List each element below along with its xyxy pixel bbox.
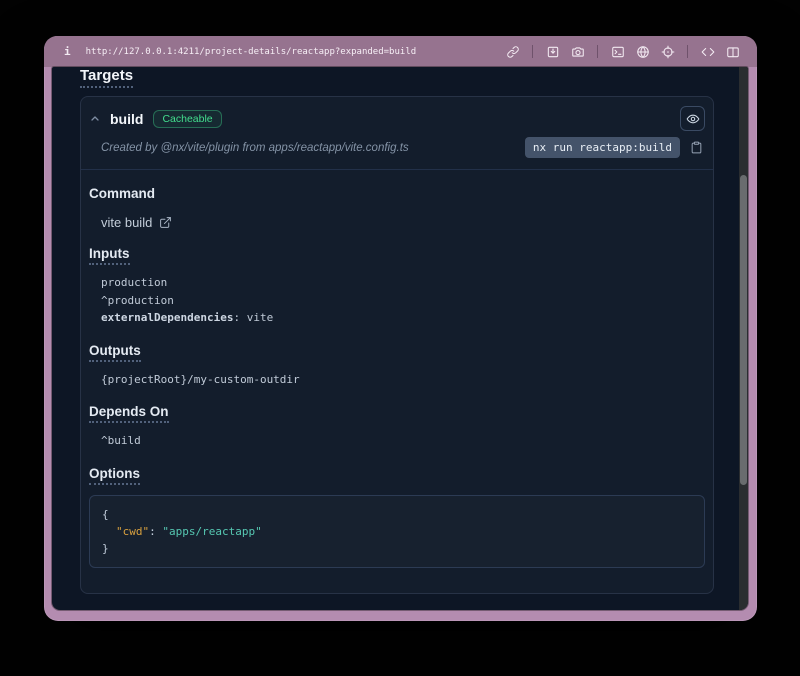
scrollbar-track[interactable] [739, 67, 748, 610]
build-target-header[interactable]: build Cacheable [81, 97, 713, 133]
copy-icon [690, 141, 703, 154]
targets-section-title: Targets [80, 67, 133, 84]
view-target-graph-button[interactable] [680, 106, 705, 131]
copy-command-button[interactable] [687, 139, 705, 157]
info-icon[interactable]: i [64, 45, 71, 58]
outputs-section-heading: Outputs [89, 343, 705, 358]
build-target-details: Command vite build Inputs production ^pr… [81, 186, 713, 593]
input-item: production [101, 274, 705, 292]
toolbar-divider [687, 45, 688, 58]
input-item: ^production [101, 292, 705, 310]
options-section-heading: Options [89, 466, 705, 481]
input-item: externalDependencies: vite [101, 309, 705, 327]
terminal-icon[interactable] [610, 44, 625, 59]
save-page-icon[interactable] [545, 44, 560, 59]
browser-window: i http://127.0.0.1:4211/project-details/… [44, 36, 757, 621]
command-section-heading: Command [89, 186, 705, 201]
run-command-chip: nx run reactapp:build [525, 137, 680, 158]
json-key: "cwd" [116, 525, 149, 538]
json-colon: : [149, 525, 162, 538]
crosshair-icon[interactable] [660, 44, 675, 59]
outputs-list: {projectRoot}/my-custom-outdir [101, 371, 705, 389]
link-icon[interactable] [505, 44, 520, 59]
inputs-section-heading: Inputs [89, 246, 705, 261]
desktop-background: i http://127.0.0.1:4211/project-details/… [0, 0, 800, 676]
camera-icon[interactable] [570, 44, 585, 59]
browser-toolbar: i http://127.0.0.1:4211/project-details/… [44, 36, 757, 67]
chevron-up-icon[interactable] [87, 111, 103, 127]
scrollbar-thumb[interactable] [740, 175, 747, 485]
depends-on-section-heading: Depends On [89, 404, 705, 419]
depends-on-item: ^build [101, 432, 705, 450]
json-line: "cwd": "apps/reactapp" [102, 523, 692, 540]
split-panel-icon[interactable] [725, 44, 740, 59]
options-json-block: { "cwd": "apps/reactapp" } [89, 495, 705, 568]
inputs-list: production ^production externalDependenc… [101, 274, 705, 327]
target-name: build [110, 111, 143, 127]
globe-icon[interactable] [635, 44, 650, 59]
address-url[interactable]: http://127.0.0.1:4211/project-details/re… [86, 47, 417, 57]
build-target-subheader: Created by @nx/vite/plugin from apps/rea… [81, 133, 713, 170]
output-item: {projectRoot}/my-custom-outdir [101, 371, 705, 389]
json-line: { [102, 506, 692, 523]
target-card-build: build Cacheable Created by @nx/vite/plug… [80, 96, 714, 594]
json-line: } [102, 540, 692, 557]
depends-on-list: ^build [101, 432, 705, 450]
page-viewport: Targets build Cacheable [52, 67, 748, 610]
project-details-page: Targets build Cacheable [52, 67, 748, 610]
external-link-icon [159, 216, 172, 229]
toolbar-divider [532, 45, 533, 58]
created-by-text: Created by @nx/vite/plugin from apps/rea… [101, 142, 525, 154]
command-value-link[interactable]: vite build [101, 215, 172, 230]
eye-icon [686, 112, 700, 126]
command-value: vite build [101, 215, 152, 230]
toolbar-divider [597, 45, 598, 58]
code-icon[interactable] [700, 44, 715, 59]
json-value: "apps/reactapp" [162, 525, 261, 538]
cacheable-badge: Cacheable [153, 110, 221, 128]
